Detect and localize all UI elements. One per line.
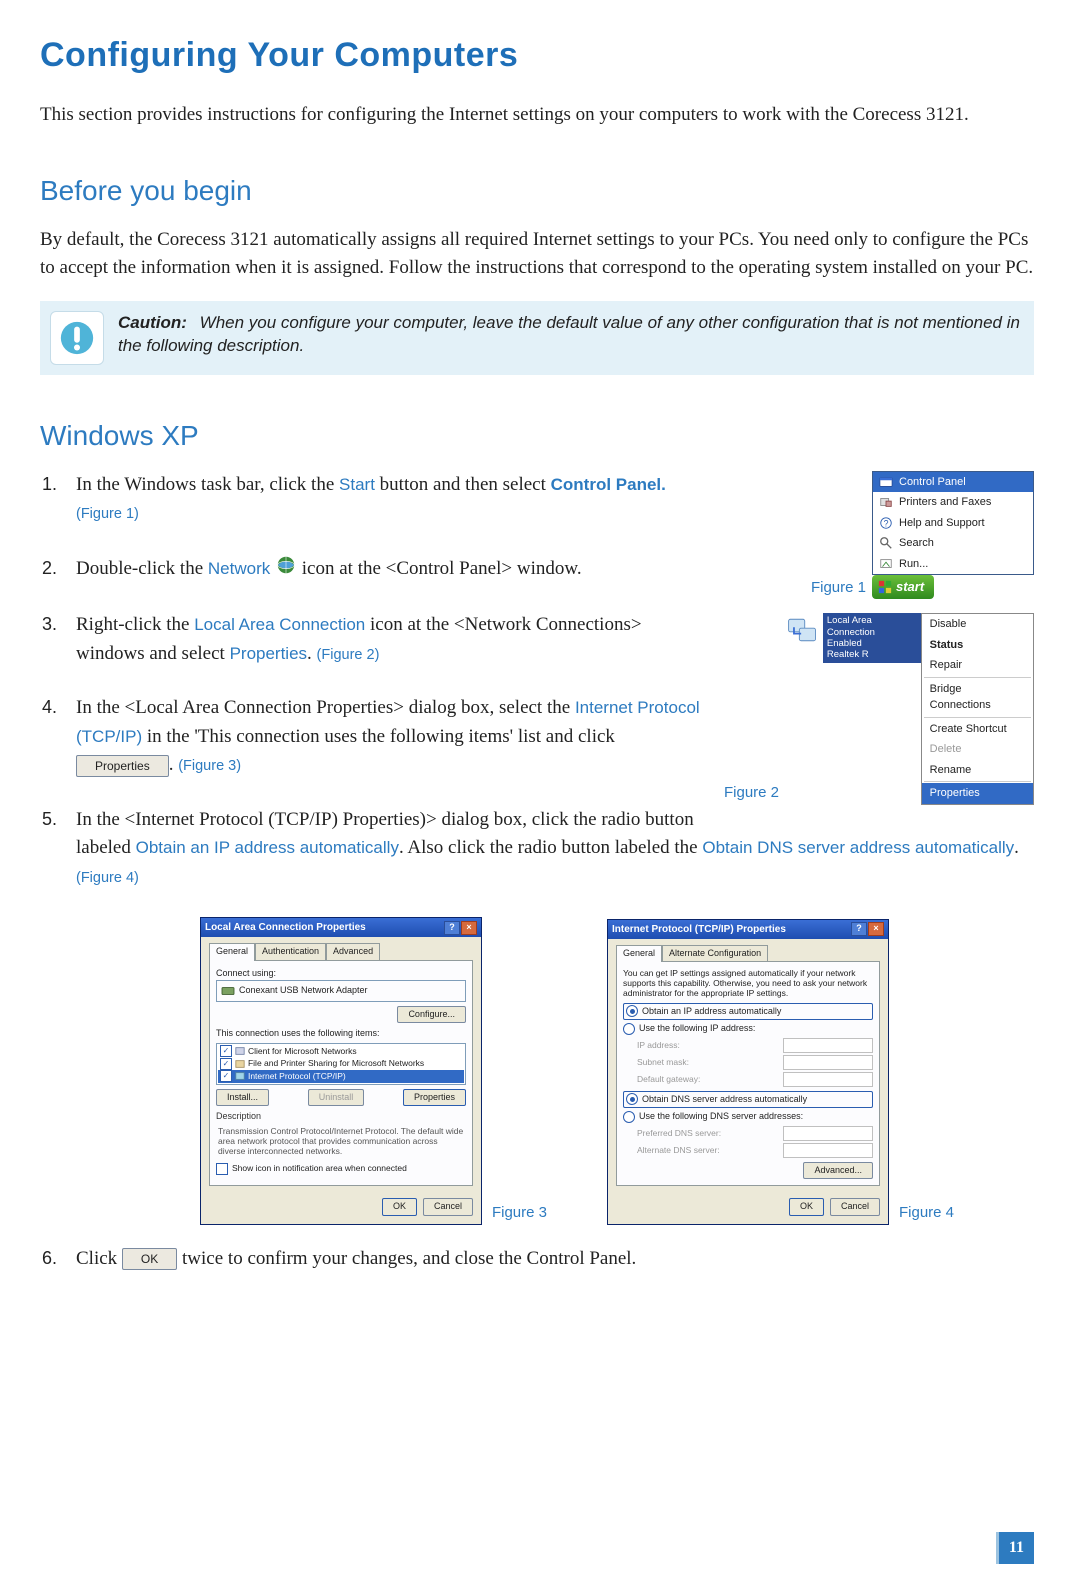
connect-using-label: Connect using: xyxy=(216,967,466,981)
ip-field xyxy=(783,1038,873,1053)
ctx-item: Repair xyxy=(922,655,1033,676)
figure-4-dialog: Internet Protocol (TCP/IP) Properties ? … xyxy=(607,919,889,1225)
pdns-field xyxy=(783,1126,873,1141)
ctx-item: Create Shortcut xyxy=(922,719,1033,740)
adapter-box: Conexant USB Network Adapter xyxy=(216,980,466,1002)
dialog-figures-row: Local Area Connection Properties ? × Gen… xyxy=(120,917,1034,1225)
caution-text: When you configure your computer, leave … xyxy=(118,313,1020,356)
side-figures: Figure 1 Control Panel Printers and Faxe… xyxy=(724,471,1034,805)
ctx-item-properties: Properties xyxy=(922,783,1033,804)
ok-button-inline: OK xyxy=(122,1248,177,1270)
dlg3-title: Local Area Connection Properties xyxy=(205,920,366,935)
caution-icon xyxy=(50,311,104,365)
radio-auto-dns: Obtain DNS server address automatically xyxy=(623,1091,873,1109)
properties-button-inline: Properties xyxy=(76,755,169,777)
cancel-button: Cancel xyxy=(830,1198,880,1216)
properties-button: Properties xyxy=(403,1089,466,1107)
ctx-item: Disable xyxy=(922,614,1033,635)
desc-title: Description xyxy=(216,1110,466,1124)
help-icon: ? xyxy=(444,921,460,935)
step-5: In the <Internet Protocol (TCP/IP) Prope… xyxy=(62,806,1034,892)
figure-4-label: Figure 4 xyxy=(899,1202,954,1225)
figure-1-label: Figure 1 xyxy=(811,577,866,600)
gateway-field xyxy=(783,1072,873,1087)
cancel-button: Cancel xyxy=(423,1198,473,1216)
term-properties: Properties xyxy=(230,644,307,663)
svg-text:?: ? xyxy=(884,518,889,528)
help-icon: ? xyxy=(851,922,867,936)
figure-2-label: Figure 2 xyxy=(724,782,779,805)
advanced-button: Advanced... xyxy=(803,1162,873,1180)
dlg3-tab-auth: Authentication xyxy=(255,943,326,961)
term-lac: Local Area Connection xyxy=(194,615,365,634)
lan-connection-icon xyxy=(785,613,821,647)
subnet-field xyxy=(783,1055,873,1070)
close-icon: × xyxy=(868,922,884,936)
radio-manual-dns: Use the following DNS server addresses: xyxy=(623,1110,873,1124)
figure-2-context: Local Area Connection Enabled Realtek R … xyxy=(785,613,1034,805)
context-menu: Disable Status Repair Bridge Connections… xyxy=(921,613,1034,805)
ctx-item: Rename xyxy=(922,760,1033,781)
desc-text: Transmission Control Protocol/Internet P… xyxy=(218,1126,466,1157)
figure-ref-2: (Figure 2) xyxy=(317,647,380,663)
ctx-item: Delete xyxy=(922,739,1033,760)
term-obtain-dns: Obtain DNS server address automatically xyxy=(702,838,1014,857)
ok-button: OK xyxy=(382,1198,417,1216)
radio-manual-ip: Use the following IP address: xyxy=(623,1022,873,1036)
term-start: Start xyxy=(339,475,375,494)
before-text: By default, the Corecess 3121 automatica… xyxy=(40,226,1034,283)
caution-callout: Caution: When you configure your compute… xyxy=(40,301,1034,375)
network-globe-icon xyxy=(275,554,297,586)
dlg3-tab-adv: Advanced xyxy=(326,943,380,961)
dlg4-tab-general: General xyxy=(616,945,662,963)
figure-3-label: Figure 3 xyxy=(492,1202,547,1225)
showicon-check xyxy=(216,1163,228,1175)
install-button: Install... xyxy=(216,1089,269,1107)
items-listbox: ✓Client for Microsoft Networks ✓File and… xyxy=(216,1043,466,1085)
adns-field xyxy=(783,1143,873,1158)
startmenu-item-control-panel: Control Panel xyxy=(873,472,1033,493)
ctx-item: Bridge Connections xyxy=(922,679,1033,716)
startmenu-item: Printers and Faxes xyxy=(873,492,1033,513)
figure-ref-1: (Figure 1) xyxy=(76,506,139,522)
steps-list-cont: Click OK twice to confirm your changes, … xyxy=(40,1245,1034,1274)
ok-button: OK xyxy=(789,1198,824,1216)
dlg3-tab-general: General xyxy=(209,943,255,961)
figure-ref-3: (Figure 3) xyxy=(178,758,241,774)
lan-tooltip: Local Area Connection Enabled Realtek R xyxy=(823,613,921,663)
radio-auto-ip: Obtain an IP address automatically xyxy=(623,1003,873,1021)
term-obtain-ip: Obtain an IP address automatically xyxy=(136,838,399,857)
figure-1-startmenu: Control Panel Printers and Faxes ? Help … xyxy=(872,471,1034,576)
uninstall-button: Uninstall xyxy=(308,1089,365,1107)
intro-text: This section provides instructions for c… xyxy=(40,101,1034,130)
page-number: 11 xyxy=(996,1532,1034,1564)
caution-label: Caution: xyxy=(118,313,187,332)
ctx-item: Status xyxy=(922,635,1033,656)
configure-button: Configure... xyxy=(397,1006,466,1024)
startmenu-item: Run... xyxy=(873,554,1033,575)
start-button-graphic: start xyxy=(872,575,934,599)
close-icon: × xyxy=(461,921,477,935)
heading-windows-xp: Windows XP xyxy=(40,415,1034,457)
startmenu-item: Search xyxy=(873,533,1033,554)
dlg4-tab-alt: Alternate Configuration xyxy=(662,945,768,963)
term-control-panel: Control Panel. xyxy=(551,475,666,494)
uses-label: This connection uses the following items… xyxy=(216,1027,466,1041)
dlg4-title: Internet Protocol (TCP/IP) Properties xyxy=(612,922,786,937)
dlg4-instr: You can get IP settings assigned automat… xyxy=(623,968,873,999)
figure-3-dialog: Local Area Connection Properties ? × Gen… xyxy=(200,917,482,1225)
heading-before-you-begin: Before you begin xyxy=(40,170,1034,212)
term-network: Network xyxy=(208,559,270,578)
figure-ref-4: (Figure 4) xyxy=(76,870,139,886)
step-6: Click OK twice to confirm your changes, … xyxy=(62,1245,1034,1274)
page-title: Configuring Your Computers xyxy=(40,30,1034,81)
startmenu-item: ? Help and Support xyxy=(873,513,1033,534)
